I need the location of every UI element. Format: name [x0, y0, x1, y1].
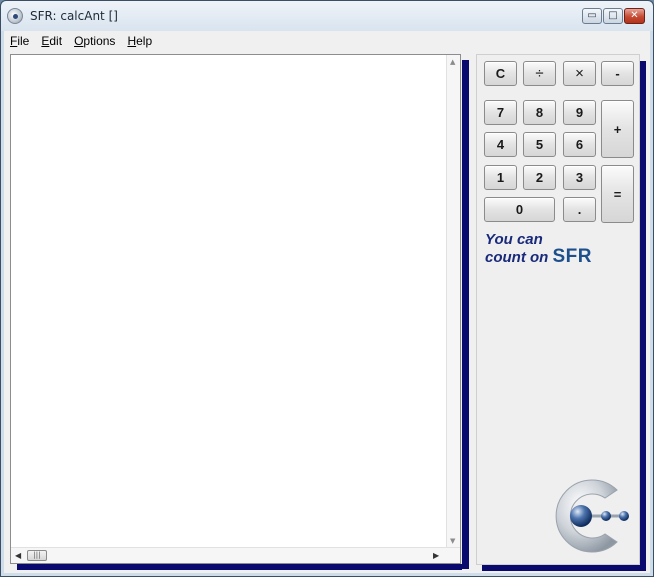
key-8-button[interactable]: 8: [523, 100, 556, 125]
maximize-button[interactable]: □: [603, 8, 623, 24]
scroll-down-icon[interactable]: ▼: [450, 537, 455, 545]
tape-text-content[interactable]: [13, 57, 443, 545]
scroll-right-icon[interactable]: ▶: [433, 551, 439, 560]
minimize-icon: ▭: [587, 10, 597, 21]
menu-file[interactable]: File: [4, 34, 35, 48]
plus-button[interactable]: +: [601, 100, 634, 158]
editor-shadow-bottom: [17, 564, 462, 570]
keypad-shadow-right: [640, 61, 646, 571]
tape-text-area[interactable]: ▲ ▼ ◀ ||| ▶: [10, 54, 461, 564]
key-9-button[interactable]: 9: [563, 100, 596, 125]
window-title: SFR: calcAnt []: [30, 9, 118, 23]
clear-button[interactable]: C: [484, 61, 517, 86]
horizontal-scrollbar[interactable]: ◀ ||| ▶: [11, 547, 460, 563]
brand-name: SFR: [552, 246, 592, 267]
equals-button[interactable]: =: [601, 165, 634, 223]
close-icon: ✕: [630, 10, 639, 21]
maximize-icon: □: [608, 10, 618, 21]
minus-button[interactable]: -: [601, 61, 634, 86]
editor-shadow-right: [462, 60, 469, 569]
horizontal-scroll-thumb[interactable]: |||: [27, 550, 47, 561]
sfr-logo-icon: [539, 476, 635, 558]
key-1-button[interactable]: 1: [484, 165, 517, 190]
menu-edit[interactable]: Edit: [35, 34, 68, 48]
key-6-button[interactable]: 6: [563, 132, 596, 157]
vertical-scrollbar[interactable]: ▲ ▼: [446, 55, 460, 548]
minimize-button[interactable]: ▭: [582, 8, 602, 24]
key-3-button[interactable]: 3: [563, 165, 596, 190]
window-controls: ▭ □ ✕: [582, 8, 645, 24]
key-4-button[interactable]: 4: [484, 132, 517, 157]
decimal-button[interactable]: .: [563, 197, 596, 222]
key-7-button[interactable]: 7: [484, 100, 517, 125]
scroll-up-icon[interactable]: ▲: [450, 58, 455, 66]
multiply-button[interactable]: ×: [563, 61, 596, 86]
menu-help[interactable]: Help: [121, 34, 158, 48]
key-5-button[interactable]: 5: [523, 132, 556, 157]
close-button[interactable]: ✕: [624, 8, 645, 24]
keypad-panel: C ÷ × - 7 8 9 + 4 5 6 1 2 3 = 0 . You ca…: [476, 54, 640, 565]
client-area: ▲ ▼ ◀ ||| ▶ C ÷ × - 7 8 9 + 4 5 6 1 2 3 …: [4, 51, 650, 573]
key-0-button[interactable]: 0: [484, 197, 555, 222]
app-icon[interactable]: [7, 8, 23, 24]
title-bar[interactable]: SFR: calcAnt [] ▭ □ ✕: [1, 1, 653, 31]
app-window: SFR: calcAnt [] ▭ □ ✕ File Edit Options …: [0, 0, 654, 577]
keypad-shadow-bottom: [482, 565, 646, 571]
menu-bar: File Edit Options Help: [4, 31, 650, 51]
key-2-button[interactable]: 2: [523, 165, 556, 190]
divide-button[interactable]: ÷: [523, 61, 556, 86]
slogan-line-2: count on: [485, 249, 549, 266]
menu-options[interactable]: Options: [68, 34, 121, 48]
slogan: You can count on SFR: [485, 231, 592, 266]
scroll-left-icon[interactable]: ◀: [15, 551, 21, 560]
